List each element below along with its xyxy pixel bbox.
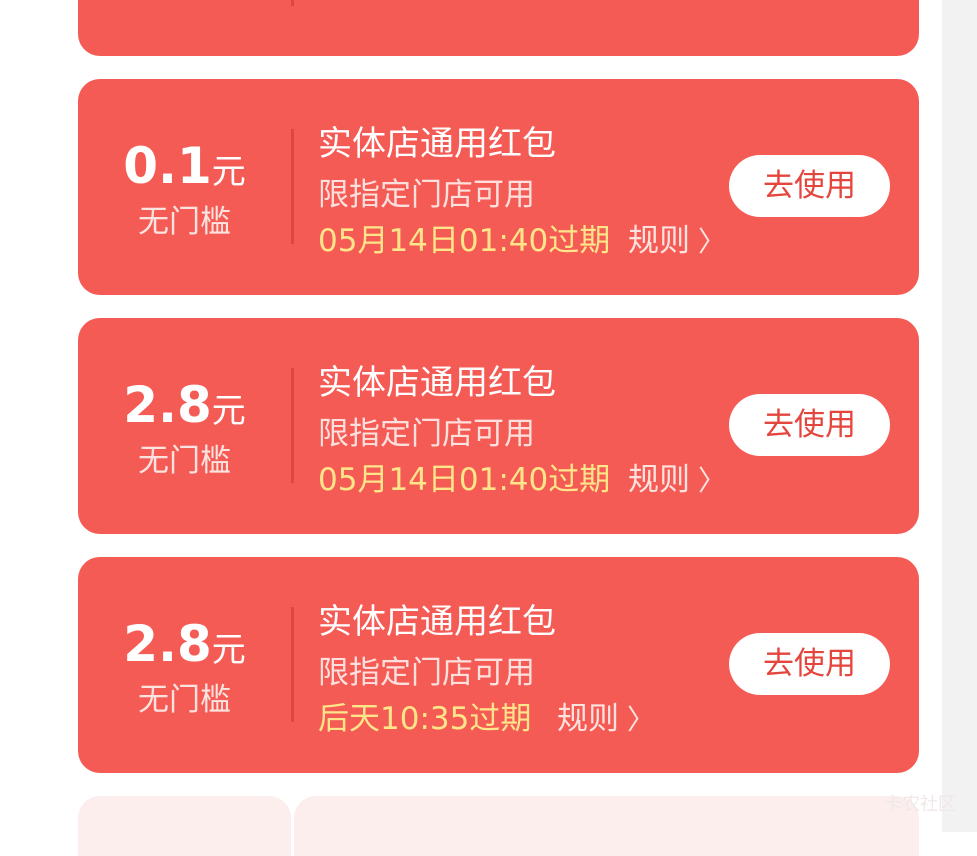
rules-link[interactable]: 规则〉 xyxy=(557,693,655,738)
coupon-amount: 2.8元 xyxy=(78,376,291,434)
watermark: 卡农社区 xyxy=(884,794,956,815)
coupon-amount-unit: 元 xyxy=(211,630,246,670)
coupon-card-peek-right xyxy=(294,796,919,856)
coupon-divider xyxy=(291,368,294,483)
rules-label: 规则 xyxy=(628,462,690,498)
coupon-scope: 限指定门店可用 xyxy=(318,655,535,691)
chevron-right-icon: 〉 xyxy=(627,703,656,736)
chevron-right-icon: 〉 xyxy=(698,464,727,497)
coupon-expiry: 05月14日01:40过期 xyxy=(318,223,611,259)
coupon-divider xyxy=(291,607,294,722)
use-coupon-button[interactable]: 去使用 xyxy=(729,633,890,695)
coupon-title: 实体店通用红包 xyxy=(318,363,556,403)
coupon-amount-value: 2.8 xyxy=(123,615,212,673)
chevron-right-icon: 〉 xyxy=(698,225,727,258)
coupon-card: 2.8元 无门槛 实体店通用红包 限指定门店可用 后天10:35过期 规则〉 去… xyxy=(78,557,919,773)
coupon-expiry: 05月14日01:40过期 xyxy=(318,462,611,498)
coupon-divider xyxy=(291,0,294,6)
rules-link[interactable]: 规则〉 xyxy=(628,454,726,499)
coupon-amount-value: 0.1 xyxy=(123,137,212,195)
coupon-card-peek-left xyxy=(78,796,291,856)
coupon-amount: 2.8元 xyxy=(78,615,291,673)
coupon-amount-unit: 元 xyxy=(211,391,246,431)
rules-label: 规则 xyxy=(557,701,619,737)
coupon-card: 0.1元 无门槛 实体店通用红包 限指定门店可用 05月14日01:40过期 规… xyxy=(78,79,919,295)
coupon-card-partial xyxy=(78,0,919,56)
coupon-amount: 0.1元 xyxy=(78,137,291,195)
scrollbar-track[interactable] xyxy=(942,0,977,832)
coupon-title: 实体店通用红包 xyxy=(318,124,556,164)
use-coupon-button[interactable]: 去使用 xyxy=(729,155,890,217)
use-coupon-button[interactable]: 去使用 xyxy=(729,394,890,456)
coupon-card: 2.8元 无门槛 实体店通用红包 限指定门店可用 05月14日01:40过期 规… xyxy=(78,318,919,534)
rules-label: 规则 xyxy=(628,223,690,259)
coupon-scope: 限指定门店可用 xyxy=(318,416,535,452)
coupon-scope: 限指定门店可用 xyxy=(318,177,535,213)
coupon-threshold: 无门槛 xyxy=(138,682,231,718)
coupon-amount-value: 2.8 xyxy=(123,376,212,434)
coupon-threshold: 无门槛 xyxy=(138,443,231,479)
coupon-amount-unit: 元 xyxy=(211,152,246,192)
coupon-expiry: 后天10:35过期 xyxy=(318,701,532,737)
coupon-title: 实体店通用红包 xyxy=(318,602,556,642)
coupon-divider xyxy=(291,129,294,244)
rules-link[interactable]: 规则〉 xyxy=(628,215,726,260)
coupon-threshold: 无门槛 xyxy=(138,204,231,240)
